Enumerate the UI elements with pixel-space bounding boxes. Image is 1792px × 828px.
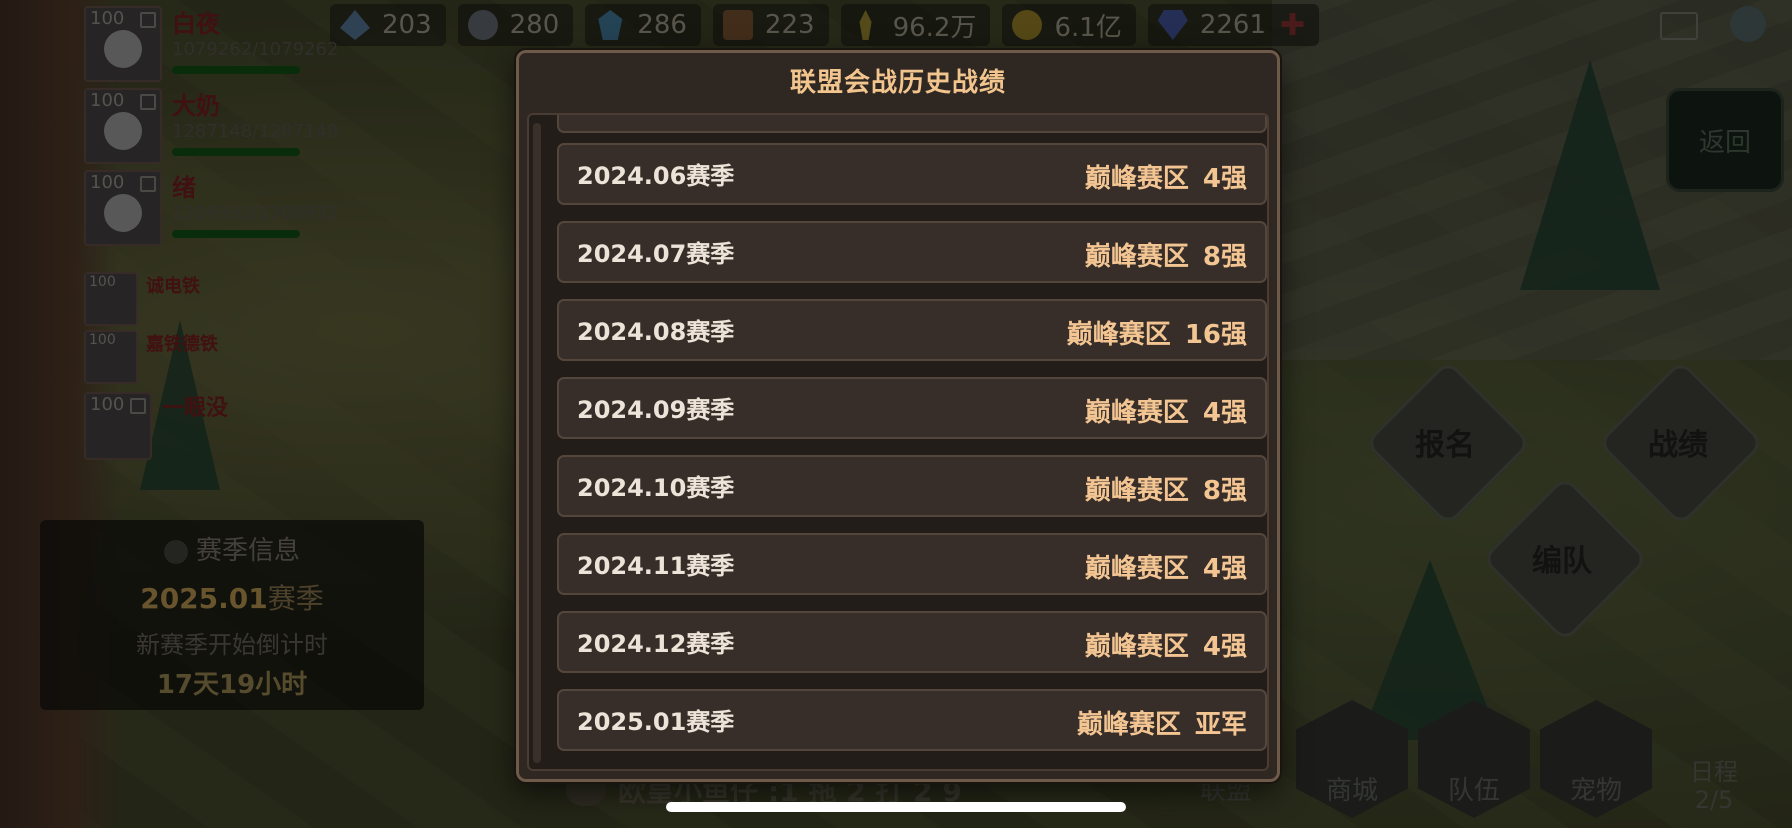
record-row: 2024.07赛季 巅峰赛区 8强 [557, 221, 1267, 283]
zone-label: 巅峰赛区 [1084, 554, 1189, 584]
rank-label: 4强 [1202, 554, 1247, 584]
rank-label: 8强 [1202, 476, 1247, 506]
zone-label: 巅峰赛区 [1084, 476, 1189, 506]
modal-title: 联盟会战历史战绩 [789, 68, 1006, 98]
record-row: 2024.09赛季 巅峰赛区 4强 [557, 377, 1267, 439]
record-row: 2024.10赛季 巅峰赛区 8强 [557, 455, 1267, 517]
season-label: 2024.09赛季 [577, 396, 735, 424]
season-label: 2025.01赛季 [577, 708, 735, 736]
rank-label: 4强 [1202, 632, 1247, 662]
record-row: 2024.06赛季 巅峰赛区 4强 [557, 143, 1267, 205]
rank-label: 4强 [1202, 398, 1247, 428]
record-row: 2024.11赛季 巅峰赛区 4强 [557, 533, 1267, 595]
zone-label: 巅峰赛区 [1084, 164, 1189, 194]
record-row: 2024.12赛季 巅峰赛区 4强 [557, 611, 1267, 673]
scrollbar[interactable] [533, 123, 541, 763]
zone-label: 巅峰赛区 [1066, 320, 1171, 350]
record-row-partial [557, 115, 1267, 133]
rank-label: 亚军 [1194, 710, 1247, 740]
record-row: 2025.01赛季 巅峰赛区 亚军 [557, 689, 1267, 751]
rank-label: 16强 [1184, 320, 1247, 350]
home-indicator[interactable] [666, 802, 1126, 812]
record-list[interactable]: 2024.06赛季 巅峰赛区 4强 2024.07赛季 巅峰赛区 8强 2024.08赛… [527, 113, 1269, 771]
history-record-modal: 联盟会战历史战绩 2024.06赛季 巅峰赛区 4强 2024.07赛季 巅峰赛区 8强… [516, 50, 1280, 782]
season-label: 2024.08赛季 [577, 318, 735, 346]
season-label: 2024.12赛季 [577, 630, 735, 658]
season-label: 2024.11赛季 [577, 552, 735, 580]
zone-label: 巅峰赛区 [1084, 242, 1189, 272]
season-label: 2024.07赛季 [577, 240, 735, 268]
record-row: 2024.08赛季 巅峰赛区 16强 [557, 299, 1267, 361]
season-label: 2024.10赛季 [577, 474, 735, 502]
zone-label: 巅峰赛区 [1076, 710, 1181, 740]
zone-label: 巅峰赛区 [1084, 632, 1189, 662]
season-label: 2024.06赛季 [577, 162, 735, 190]
zone-label: 巅峰赛区 [1084, 398, 1189, 428]
rank-label: 8强 [1202, 242, 1247, 272]
rank-label: 4强 [1202, 164, 1247, 194]
